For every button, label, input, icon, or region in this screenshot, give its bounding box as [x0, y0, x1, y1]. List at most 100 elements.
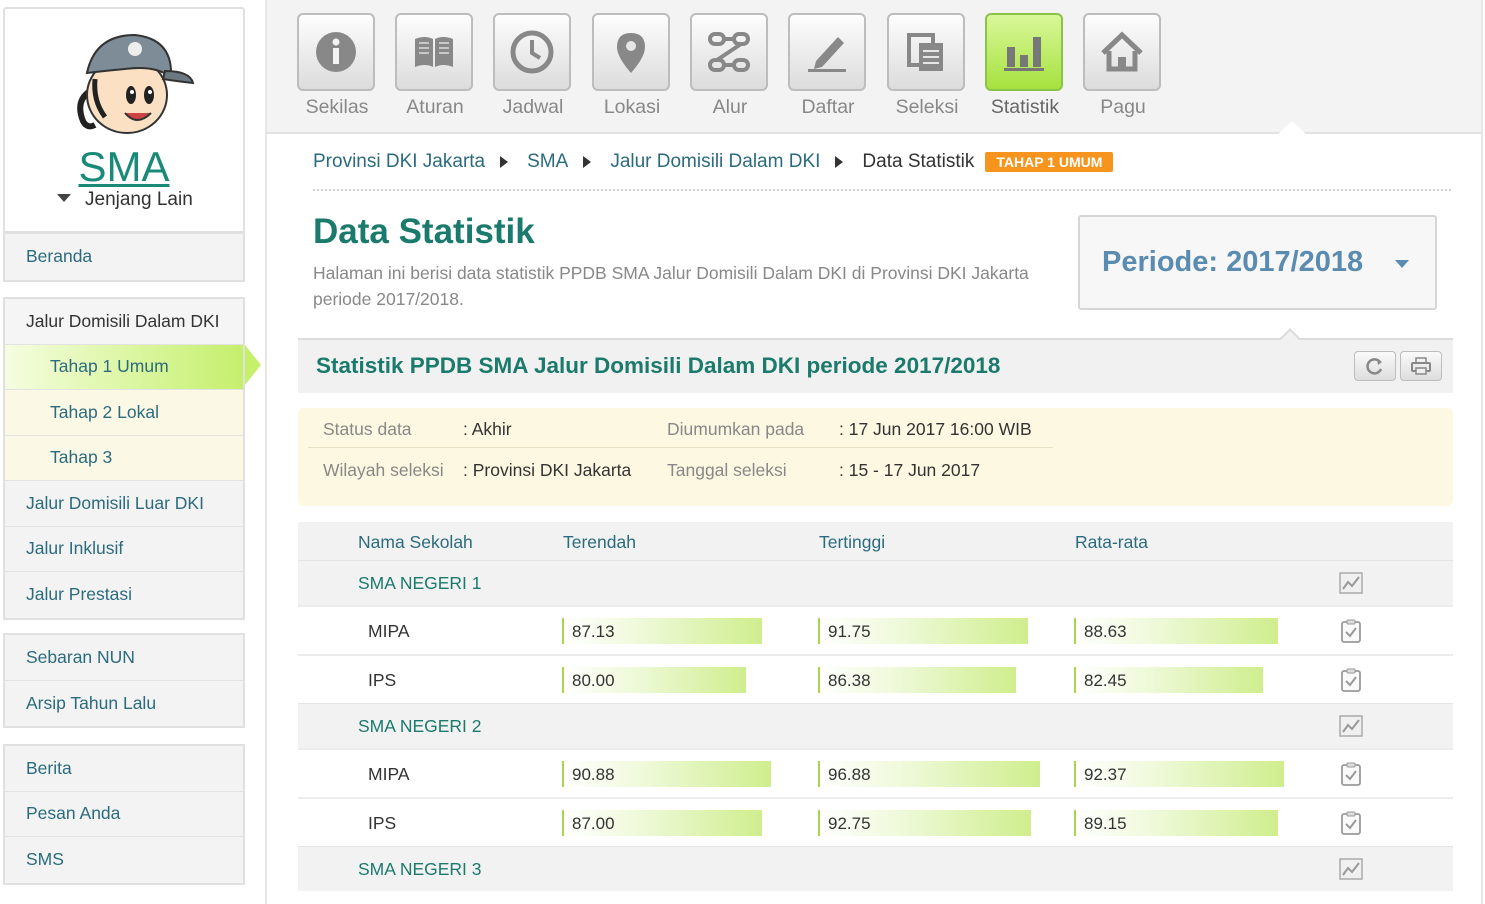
print-button[interactable]: [1400, 351, 1442, 381]
tanggal-label: Tanggal seleksi: [667, 460, 787, 480]
info-row-1: Status data : Akhir Diumumkan pada : 17 …: [308, 408, 1053, 448]
detail-button[interactable]: [1339, 811, 1363, 835]
breadcrumb-sma[interactable]: SMA: [527, 151, 568, 173]
school-row: SMA NEGERI 2: [298, 703, 1453, 748]
info-icon: [316, 32, 356, 72]
line-chart-icon: [1339, 858, 1363, 880]
nav-sekilas-button[interactable]: [297, 13, 375, 91]
nav-lokasi-button[interactable]: [592, 13, 670, 91]
nav-aturan[interactable]: Aturan: [395, 13, 475, 119]
active-item-pointer: [245, 345, 261, 385]
top-navigation: Sekilas Aturan Jadwal Lokasi Alur Daftar: [265, 0, 1483, 134]
program-name: MIPA: [368, 764, 410, 784]
avg-value: 88.63: [1084, 622, 1127, 641]
breadcrumb-separator-icon: [583, 156, 592, 168]
sidebar-item-sms[interactable]: SMS: [5, 837, 243, 883]
sidebar-group-jalur: Jalur Domisili Dalam DKI Tahap 1 Umum Ta…: [3, 297, 245, 620]
chart-button[interactable]: [1339, 571, 1363, 595]
wilayah-value: : Provinsi DKI Jakarta: [463, 460, 632, 480]
school-name[interactable]: SMA NEGERI 2: [358, 716, 482, 737]
max-bar: 86.38: [818, 667, 1016, 693]
nav-aturan-label: Aturan: [406, 96, 464, 118]
nav-aturan-button[interactable]: [395, 13, 473, 91]
breadcrumb: Provinsi DKI Jakarta SMA Jalur Domisili …: [313, 151, 1114, 173]
detail-button[interactable]: [1339, 619, 1363, 643]
nav-seleksi[interactable]: Seleksi: [887, 13, 967, 119]
max-bar: 96.88: [818, 761, 1040, 787]
chart-button[interactable]: [1339, 857, 1363, 881]
status-data-value: : Akhir: [463, 419, 512, 439]
nav-statistik-label: Statistik: [990, 96, 1060, 118]
sidebar-item-tahap-3[interactable]: Tahap 3: [5, 435, 243, 481]
line-chart-icon: [1339, 715, 1363, 737]
sidebar-group-info: Berita Pesan Anda SMS: [3, 744, 245, 885]
info-row-2: Wilayah seleksi : Provinsi DKI Jakarta T…: [308, 449, 1053, 489]
sidebar-item-sebaran-nun[interactable]: Sebaran NUN: [5, 635, 243, 681]
chart-button[interactable]: [1339, 714, 1363, 738]
breadcrumb-provinsi[interactable]: Provinsi DKI Jakarta: [313, 151, 485, 173]
refresh-button[interactable]: [1354, 351, 1396, 381]
jenjang-title[interactable]: SMA: [5, 143, 243, 191]
sidebar-item-arsip-tahun-lalu[interactable]: Arsip Tahun Lalu: [5, 680, 243, 726]
periode-dropdown[interactable]: Periode: 2017/2018: [1078, 215, 1437, 310]
sidebar-item-jalur-domisili-luar-dki[interactable]: Jalur Domisili Luar DKI: [5, 481, 243, 527]
stat-title: Statistik PPDB SMA Jalur Domisili Dalam …: [316, 353, 1001, 378]
sidebar-item-tahap-1-umum[interactable]: Tahap 1 Umum: [5, 344, 243, 390]
col-rata-rata: Rata-rata: [1075, 532, 1148, 552]
nav-alur[interactable]: Alur: [690, 13, 770, 119]
avg-value: 89.15: [1084, 814, 1127, 833]
sidebar-item-jalur-domisili-dalam-dki[interactable]: Jalur Domisili Dalam DKI: [5, 299, 243, 345]
pencil-icon: [808, 37, 846, 72]
wilayah-label: Wilayah seleksi: [323, 460, 444, 480]
periode-label: Periode: 2017/2018: [1102, 246, 1364, 278]
statistics-table: Nama Sekolah Terendah Tertinggi Rata-rat…: [298, 522, 1453, 891]
sidebar-item-berita[interactable]: Berita: [5, 746, 243, 792]
tahap-badge: TAHAP 1 UMUM: [985, 152, 1114, 172]
clipboard-check-icon: [1341, 811, 1361, 835]
jenjang-panel: SMA Jenjang Lain: [3, 7, 245, 233]
program-row: IPS 87.00 92.75 89.15: [298, 797, 1453, 846]
nav-lokasi[interactable]: Lokasi: [592, 13, 672, 119]
detail-button[interactable]: [1339, 668, 1363, 692]
nav-daftar[interactable]: Daftar: [788, 13, 868, 119]
program-name: MIPA: [368, 621, 410, 641]
page-title: Data Statistik: [313, 212, 535, 251]
breadcrumb-jalur[interactable]: Jalur Domisili Dalam DKI: [610, 151, 820, 173]
sidebar-item-tahap-2-lokal[interactable]: Tahap 2 Lokal: [5, 390, 243, 436]
jenjang-lain-label: Jenjang Lain: [85, 189, 193, 210]
nav-pagu-button[interactable]: [1083, 13, 1161, 91]
nav-statistik-button[interactable]: [985, 13, 1063, 91]
breadcrumb-current: Data Statistik: [862, 151, 975, 172]
school-name[interactable]: SMA NEGERI 1: [358, 573, 482, 594]
school-name[interactable]: SMA NEGERI 3: [358, 859, 482, 880]
line-chart-icon: [1339, 572, 1363, 594]
sidebar-item-pesan-anda[interactable]: Pesan Anda: [5, 791, 243, 837]
school-row: SMA NEGERI 1: [298, 560, 1453, 605]
max-value: 92.75: [828, 814, 871, 833]
program-row: MIPA 90.88 96.88 92.37: [298, 748, 1453, 797]
nav-statistik[interactable]: Statistik: [985, 13, 1065, 119]
nav-daftar-button[interactable]: [788, 13, 866, 91]
avg-bar: 92.37: [1074, 761, 1284, 787]
sidebar-item-jalur-inklusif[interactable]: Jalur Inklusif: [5, 526, 243, 572]
sidebar-item-jalur-prestasi[interactable]: Jalur Prestasi: [5, 572, 243, 618]
breadcrumb-separator-icon: [835, 156, 844, 168]
max-value: 86.38: [828, 671, 871, 690]
col-nama-sekolah: Nama Sekolah: [358, 532, 473, 552]
sidebar-item-beranda[interactable]: Beranda: [5, 234, 243, 280]
nav-alur-label: Alur: [712, 96, 748, 118]
nav-alur-button[interactable]: [690, 13, 768, 91]
jenjang-lain-dropdown[interactable]: Jenjang Lain: [57, 189, 193, 211]
nav-jadwal[interactable]: Jadwal: [493, 13, 573, 119]
nav-sekilas[interactable]: Sekilas: [297, 13, 377, 119]
nav-pagu[interactable]: Pagu: [1083, 13, 1163, 119]
nav-jadwal-button[interactable]: [493, 13, 571, 91]
periode-pointer-inner: [1280, 331, 1300, 341]
col-terendah: Terendah: [563, 532, 636, 552]
main-content: Provinsi DKI Jakarta SMA Jalur Domisili …: [265, 134, 1483, 904]
sidebar: SMA Jenjang Lain Beranda Jalur Domisili …: [3, 7, 261, 904]
bar-chart-icon: [1004, 37, 1044, 71]
nav-seleksi-button[interactable]: [887, 13, 965, 91]
caret-down-icon: [57, 194, 71, 202]
detail-button[interactable]: [1339, 762, 1363, 786]
